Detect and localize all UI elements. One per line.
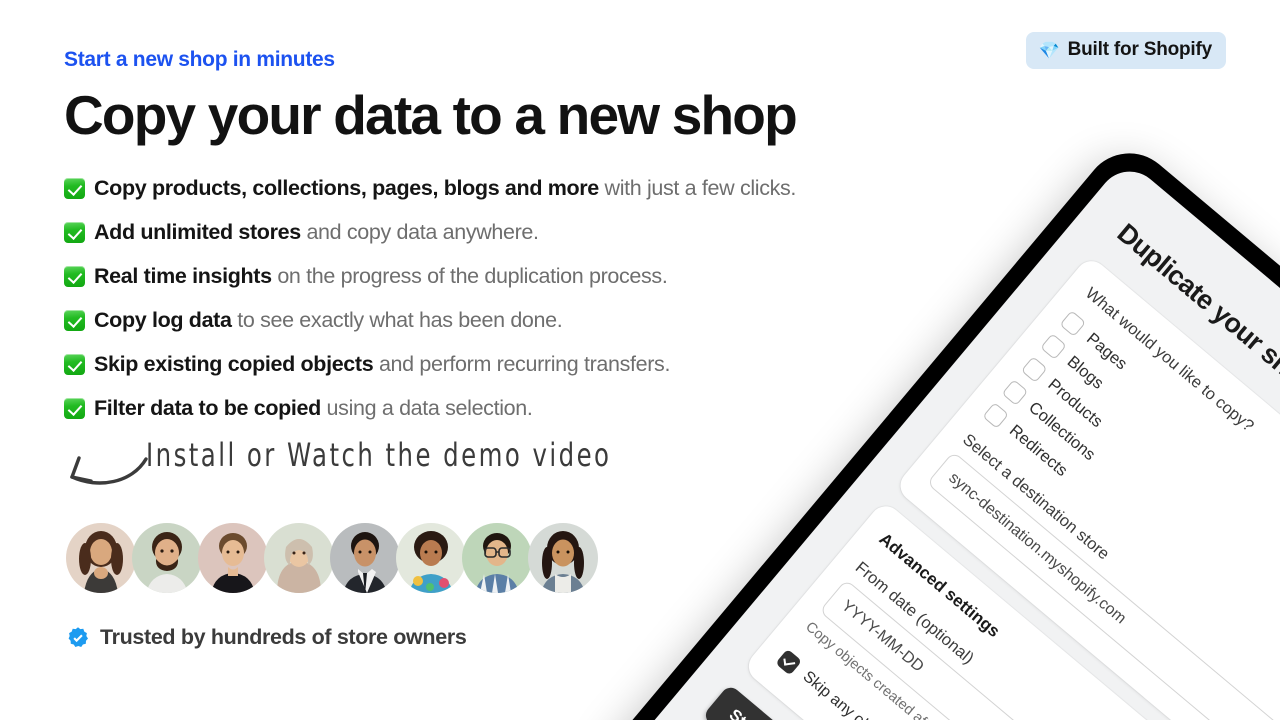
avatar bbox=[264, 523, 334, 594]
checkbox-collections[interactable] bbox=[1001, 379, 1029, 406]
feature-label: Copy products, collections, pages, blogs… bbox=[94, 176, 797, 201]
avatar bbox=[462, 523, 532, 594]
curved-left-arrow-icon bbox=[70, 456, 148, 486]
list-item: Filter data to be copied using a data se… bbox=[64, 395, 964, 421]
feature-label: Filter data to be copied using a data se… bbox=[94, 396, 533, 421]
green-check-icon bbox=[64, 354, 85, 376]
list-item: Copy products, collections, pages, blogs… bbox=[64, 175, 964, 201]
avatar bbox=[132, 523, 202, 594]
feature-list: Copy products, collections, pages, blogs… bbox=[64, 175, 964, 421]
promo-banner: 💎 Built for Shopify Start a new shop in … bbox=[0, 0, 1280, 720]
avatar-group bbox=[66, 523, 964, 594]
green-check-icon bbox=[64, 178, 85, 200]
trusted-label: Trusted by hundreds of store owners bbox=[100, 625, 467, 650]
checkbox-pages[interactable] bbox=[1059, 310, 1087, 337]
demo-cta-label: Install or Watch the demo video bbox=[146, 438, 612, 475]
page-title: Copy your data to a new shop bbox=[64, 84, 798, 146]
list-item: Real time insights on the progress of th… bbox=[64, 263, 964, 289]
avatar bbox=[396, 523, 466, 594]
list-item: Copy log data to see exactly what has be… bbox=[64, 307, 964, 333]
checkbox-redirects[interactable] bbox=[982, 402, 1010, 429]
checkbox-skip-existing[interactable] bbox=[775, 648, 803, 676]
gem-icon: 💎 bbox=[1038, 40, 1060, 60]
avatar bbox=[66, 523, 136, 594]
trusted-row: Trusted by hundreds of store owners bbox=[66, 625, 964, 650]
feature-label: Add unlimited stores and copy data anywh… bbox=[94, 220, 539, 245]
green-check-icon bbox=[64, 266, 85, 288]
avatar bbox=[330, 523, 400, 594]
avatar bbox=[198, 523, 268, 594]
demo-cta[interactable]: Install or Watch the demo video bbox=[64, 438, 964, 489]
green-check-icon bbox=[64, 398, 85, 420]
feature-label: Copy log data to see exactly what has be… bbox=[94, 308, 563, 333]
avatar bbox=[528, 523, 598, 594]
verified-badge-icon bbox=[66, 626, 90, 650]
content-column: Start a new shop in minutes Copy your da… bbox=[64, 48, 964, 650]
list-item: Add unlimited stores and copy data anywh… bbox=[64, 219, 964, 245]
built-for-shopify-badge: 💎 Built for Shopify bbox=[1026, 32, 1226, 69]
feature-label: Real time insights on the progress of th… bbox=[94, 264, 668, 289]
green-check-icon bbox=[64, 310, 85, 332]
checkbox-products[interactable] bbox=[1020, 356, 1048, 383]
checkbox-blogs[interactable] bbox=[1040, 333, 1067, 360]
eyebrow-text: Start a new shop in minutes bbox=[64, 48, 335, 71]
green-check-icon bbox=[64, 222, 85, 244]
built-for-shopify-label: Built for Shopify bbox=[1067, 39, 1213, 60]
feature-label: Skip existing copied objects and perform… bbox=[94, 352, 671, 377]
list-item: Skip existing copied objects and perform… bbox=[64, 351, 964, 377]
